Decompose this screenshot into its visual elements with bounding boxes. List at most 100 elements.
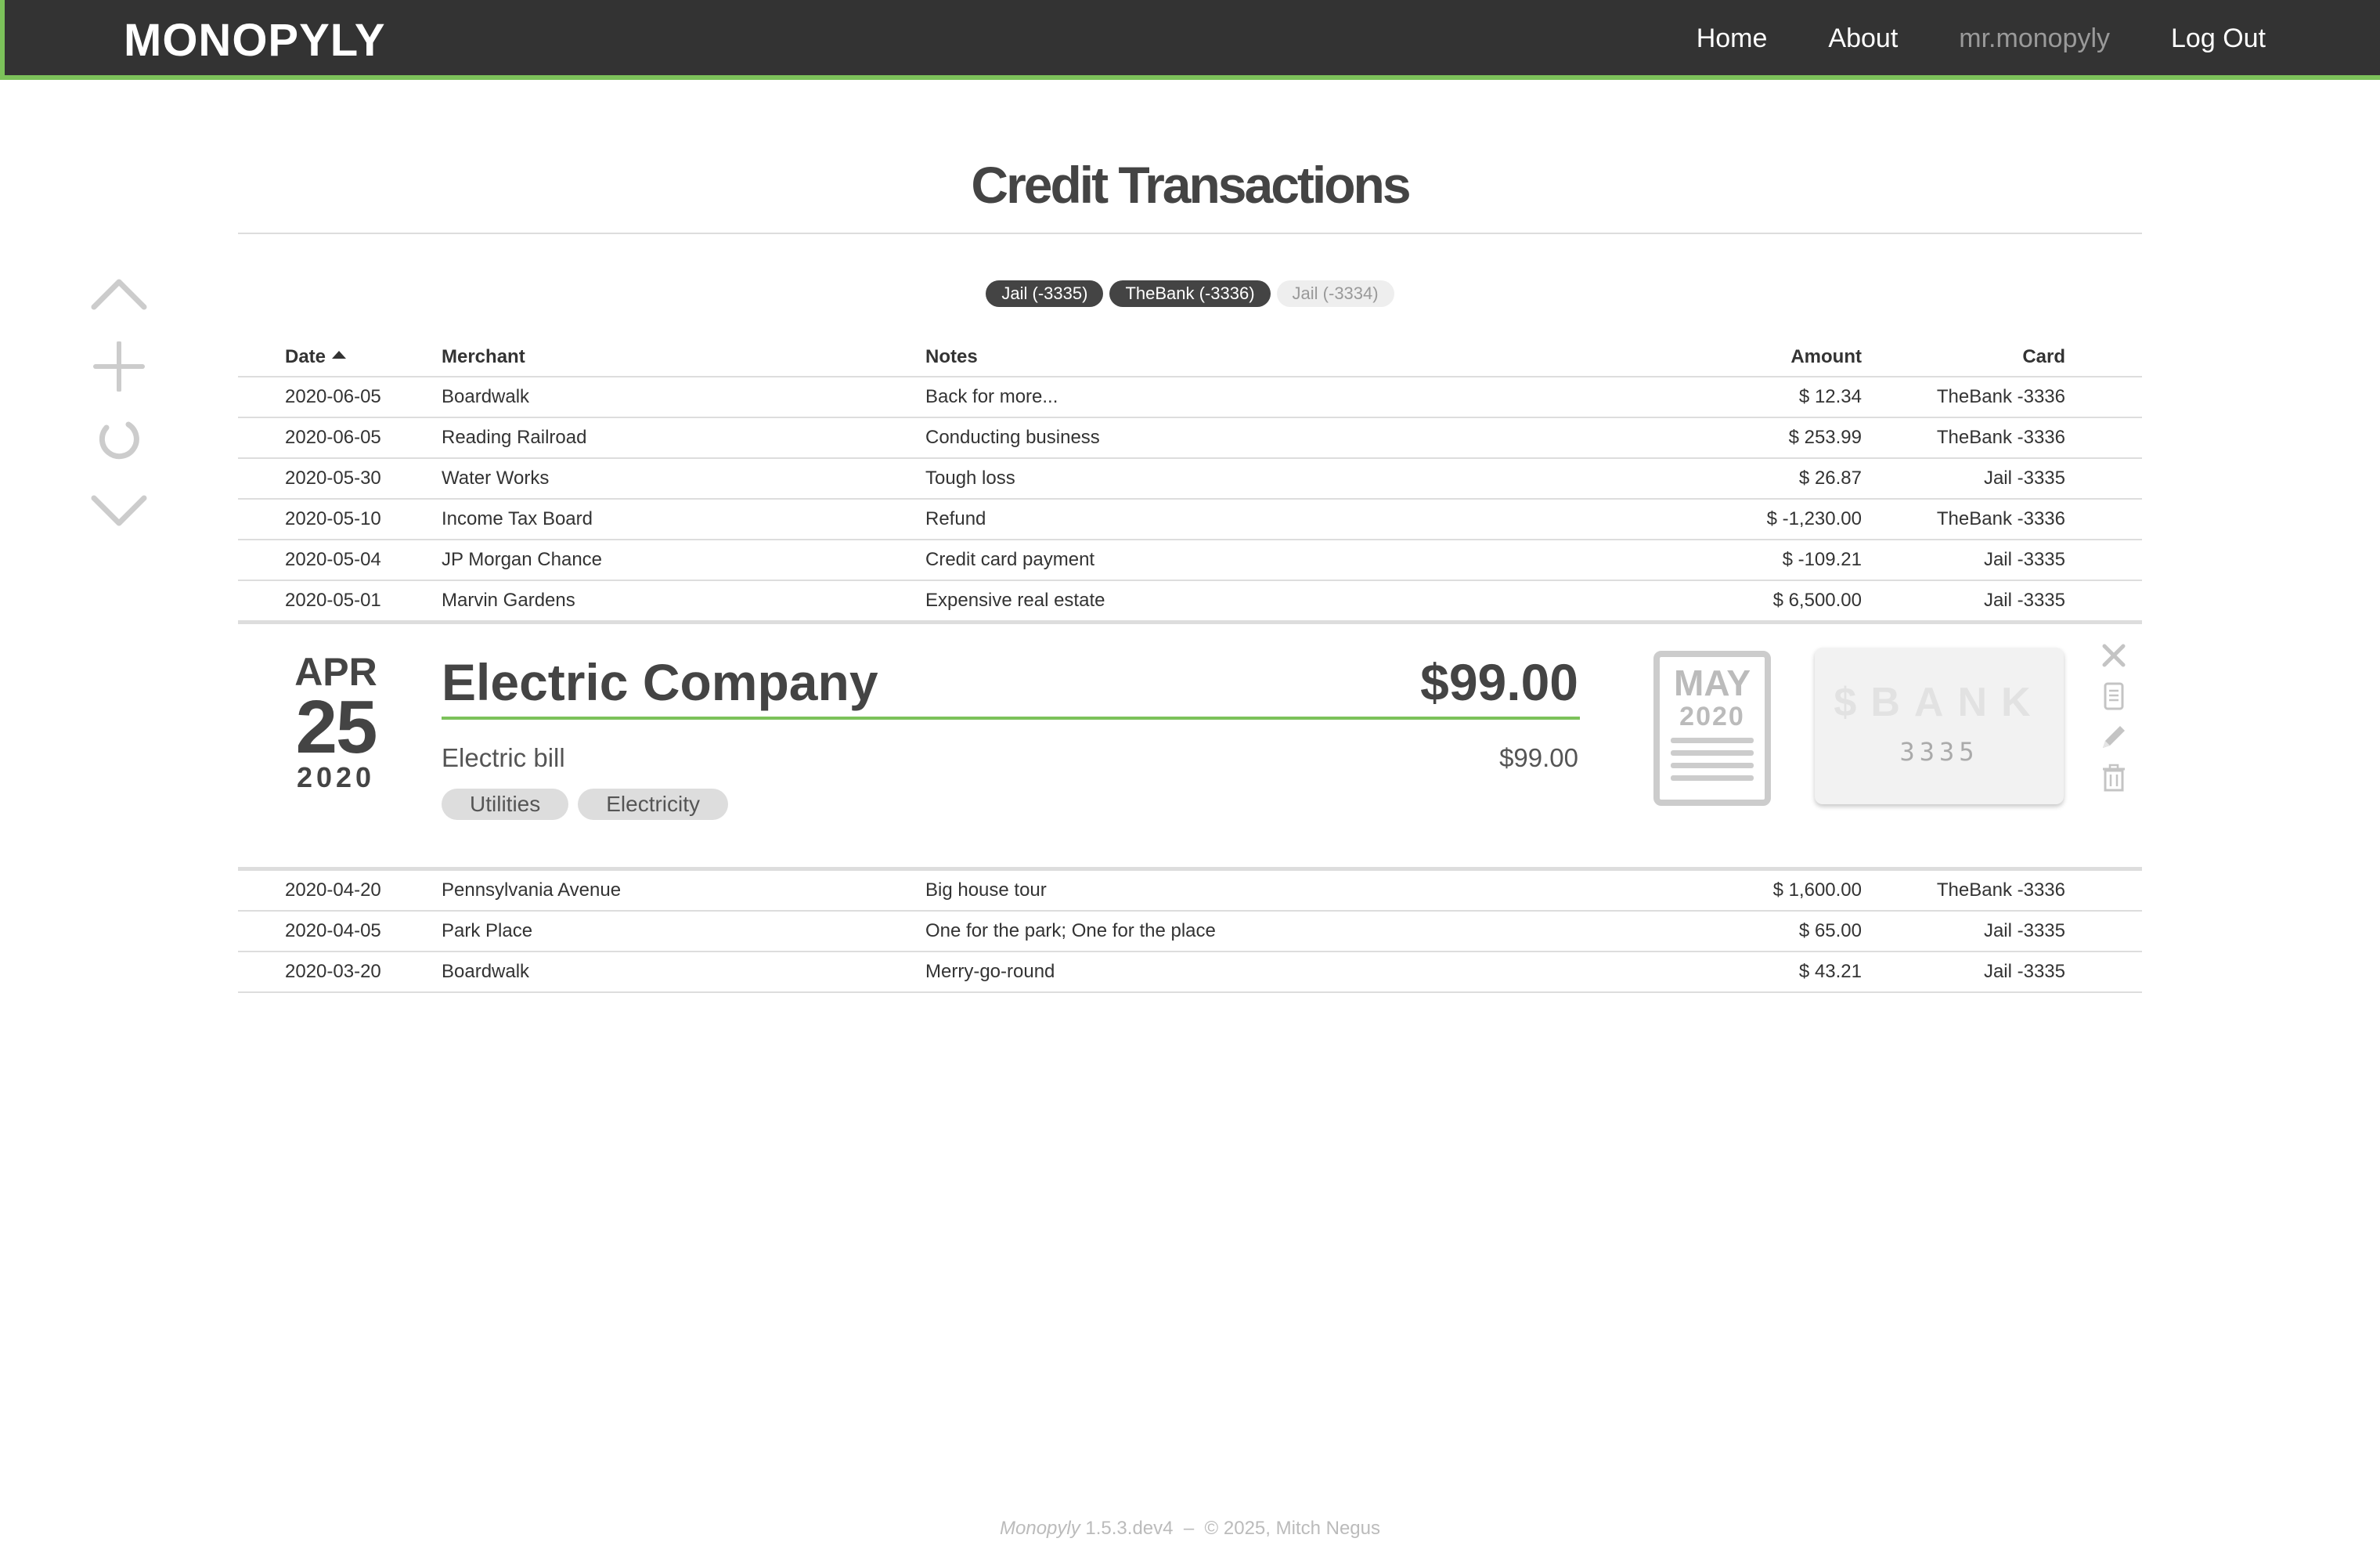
date-header-label: Date [285, 346, 326, 367]
page-title: Credit Transactions [971, 156, 1411, 214]
row-amount: $ 26.87 [1798, 468, 1862, 489]
transaction-actions [2093, 635, 2134, 798]
row-date: 2020-05-30 [285, 468, 381, 489]
table-row[interactable]: 2020-06-05 Reading Railroad Conducting b… [238, 418, 2142, 459]
row-notes: One for the park; One for the place [925, 920, 1216, 941]
row-notes: Back for more... [925, 386, 1058, 407]
tag-electricity[interactable]: Electricity [578, 789, 729, 820]
row-card: TheBank -3336 [1936, 879, 2065, 901]
statement-line [1671, 763, 1754, 768]
row-notes: Merry-go-round [925, 961, 1055, 982]
nav-links: Home About mr.monopyly Log Out [1697, 23, 2266, 54]
refresh-icon [99, 421, 139, 460]
row-merchant: Park Place [442, 920, 533, 941]
table-row[interactable]: 2020-05-04 JP Morgan Chance Credit card … [238, 540, 2142, 581]
row-amount: $ 65.00 [1798, 920, 1862, 941]
card-filter-jail-3335[interactable]: Jail (-3335) [986, 280, 1104, 307]
amount-column-header[interactable]: Amount [1790, 338, 1862, 376]
nav-user-link[interactable]: mr.monopyly [1959, 23, 2110, 54]
row-notes: Conducting business [925, 427, 1100, 448]
trash-icon [2103, 764, 2125, 792]
table-row[interactable]: 2020-03-20 Boardwalk Merry-go-round $ 43… [238, 952, 2142, 993]
delete-button[interactable] [2093, 757, 2134, 798]
row-date: 2020-06-05 [285, 427, 381, 448]
row-amount: $ 6,500.00 [1772, 590, 1862, 611]
close-button[interactable] [2093, 635, 2134, 676]
row-amount: $ -1,230.00 [1766, 508, 1862, 529]
nav-about-link[interactable]: About [1828, 23, 1898, 54]
refresh-button[interactable] [88, 415, 150, 465]
transaction-total: $99.00 [1420, 653, 1578, 711]
row-merchant: Boardwalk [442, 386, 530, 407]
pencil-icon [2103, 726, 2125, 748]
notes-column-header[interactable]: Notes [925, 338, 978, 376]
table-row[interactable]: 2020-06-05 Boardwalk Back for more... $ … [238, 377, 2142, 418]
row-date: 2020-05-01 [285, 590, 381, 611]
add-transaction-button[interactable] [88, 341, 150, 392]
statement-icon[interactable]: MAY 2020 [1653, 651, 1771, 806]
date-column-header[interactable]: Date [285, 338, 347, 376]
card-column-header[interactable]: Card [2022, 338, 2065, 376]
table-row[interactable]: 2020-04-05 Park Place One for the park; … [238, 912, 2142, 952]
card-filters: Jail (-3335) TheBank (-3336) Jail (-3334… [0, 280, 2380, 307]
footer-version: 1.5.3.dev4 [1085, 1518, 1174, 1539]
table-row[interactable]: 2020-05-30 Water Works Tough loss $ 26.8… [238, 459, 2142, 500]
title-divider [238, 233, 2142, 234]
row-card: TheBank -3336 [1936, 508, 2065, 529]
transaction-date-block: APR 25 2020 [293, 652, 379, 792]
footer-copyright: © 2025, Mitch Negus [1204, 1518, 1380, 1539]
statement-line [1671, 775, 1754, 781]
row-merchant: Marvin Gardens [442, 590, 575, 611]
row-amount: $ 253.99 [1788, 427, 1862, 448]
row-date: 2020-04-20 [285, 879, 381, 901]
row-date: 2020-03-20 [285, 961, 381, 982]
row-merchant: Boardwalk [442, 961, 530, 982]
merchant-column-header[interactable]: Merchant [442, 338, 525, 376]
table-row[interactable]: 2020-05-01 Marvin Gardens Expensive real… [238, 581, 2142, 622]
credit-card[interactable]: $BANK 3335 [1815, 648, 2064, 804]
statement-month: MAY [1674, 663, 1751, 703]
scroll-down-button[interactable] [88, 487, 150, 537]
row-amount: $ 12.34 [1798, 386, 1862, 407]
row-card: Jail -3335 [1983, 920, 2065, 941]
card-filter-jail-3334[interactable]: Jail (-3334) [1276, 280, 1394, 307]
row-notes: Expensive real estate [925, 590, 1105, 611]
row-notes: Big house tour [925, 879, 1047, 901]
table-row[interactable]: 2020-04-20 Pennsylvania Avenue Big house… [238, 871, 2142, 912]
row-amount: $ 43.21 [1798, 961, 1862, 982]
statement-year: 2020 [1679, 702, 1745, 731]
receipt-icon [2104, 682, 2124, 710]
row-notes: Tough loss [925, 468, 1015, 489]
card-bank-name: $BANK [1834, 680, 2045, 725]
receipt-button[interactable] [2093, 676, 2134, 717]
table-row[interactable]: 2020-05-10 Income Tax Board Refund $ -1,… [238, 500, 2142, 540]
row-amount: $ -109.21 [1782, 549, 1862, 570]
sort-ascending-icon [332, 351, 347, 359]
expanded-transaction[interactable]: APR 25 2020 Electric Company $99.00 Elec… [238, 620, 2142, 871]
chevron-down-icon [91, 495, 147, 526]
close-icon [2102, 644, 2126, 667]
row-card: Jail -3335 [1983, 961, 2065, 982]
row-amount: $ 1,600.00 [1772, 879, 1862, 901]
transaction-year: 2020 [296, 761, 376, 793]
footer: Monopyly 1.5.3.dev4 – © 2025, Mitch Negu… [0, 1518, 2380, 1540]
row-date: 2020-06-05 [285, 386, 381, 407]
tag-utilities[interactable]: Utilities [442, 789, 569, 820]
nav-home-link[interactable]: Home [1697, 23, 1768, 54]
brand-logo[interactable]: MONOPYLY [124, 14, 386, 67]
nav-logout-link[interactable]: Log Out [2171, 23, 2266, 54]
transaction-day: 25 [295, 685, 378, 769]
row-merchant: Water Works [442, 468, 550, 489]
statement-line [1671, 738, 1754, 743]
tag-list: Utilities Electricity [442, 789, 729, 820]
row-notes: Credit card payment [925, 549, 1095, 570]
edit-button[interactable] [2093, 717, 2134, 757]
row-notes: Refund [925, 508, 986, 529]
subtransaction-amount: $99.00 [1499, 743, 1578, 772]
card-filter-thebank-3336[interactable]: TheBank (-3336) [1109, 280, 1271, 307]
transaction-merchant: Electric Company [442, 653, 878, 711]
transactions-table: Date Merchant Notes Amount Card 2020-06-… [238, 338, 2142, 993]
navbar: MONOPYLY Home About mr.monopyly Log Out [0, 0, 2380, 80]
row-date: 2020-05-04 [285, 549, 381, 570]
row-merchant: JP Morgan Chance [442, 549, 603, 570]
